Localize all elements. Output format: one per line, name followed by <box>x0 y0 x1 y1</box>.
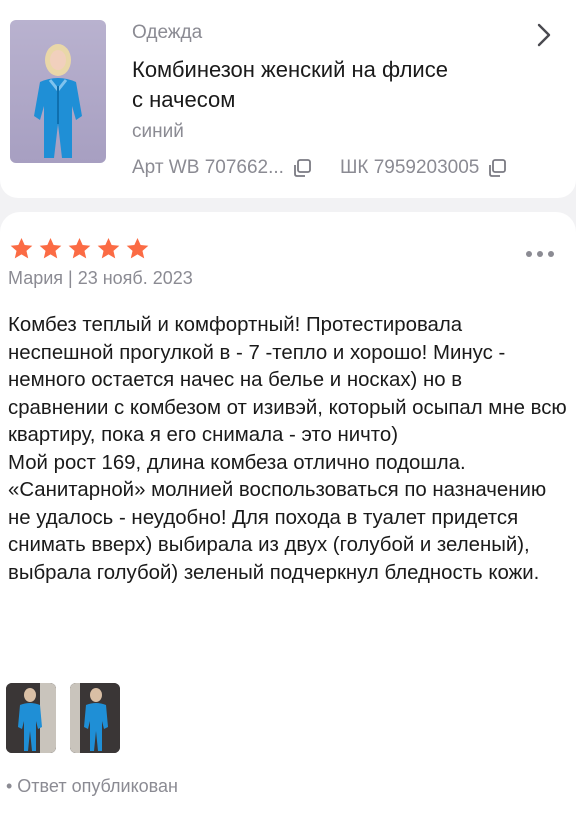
copy-icon[interactable] <box>292 158 312 178</box>
rating-stars <box>8 236 151 262</box>
review-paragraph: Комбез теплый и комфортный! Протестирова… <box>8 314 567 446</box>
star-icon <box>10 237 33 259</box>
product-codes: Арт WB 707662... ШК 7959203005 <box>132 157 507 179</box>
copy-icon[interactable] <box>487 158 507 178</box>
chevron-right-icon[interactable] <box>532 22 556 48</box>
product-title-line-2: с начесом <box>132 87 236 112</box>
review-photos <box>6 683 120 753</box>
product-title[interactable]: Комбинезон женский на флисе с начесом <box>132 55 522 115</box>
barcode-number: ШК 7959203005 <box>339 157 480 178</box>
review-photo[interactable] <box>70 683 120 753</box>
review-text: Комбез теплый и комфортный! Протестирова… <box>8 312 568 587</box>
answer-status: • Ответ опубликован <box>6 776 178 796</box>
product-title-line-1: Комбинезон женский на флисе <box>132 57 448 82</box>
star-icon <box>97 237 120 259</box>
product-thumbnail[interactable] <box>10 20 106 163</box>
product-card[interactable]: Одежда Комбинезон женский на флисе с нач… <box>0 0 576 198</box>
article-number: Арт WB 707662... <box>132 157 284 178</box>
star-icon <box>39 237 62 259</box>
review-paragraph: Мой рост 169, длина комбеза отлично подо… <box>8 451 547 584</box>
more-options-icon[interactable] <box>525 250 555 258</box>
star-icon <box>126 237 149 259</box>
review-photo[interactable] <box>6 683 56 753</box>
product-color: синий <box>132 121 184 142</box>
star-icon <box>68 237 91 259</box>
review-author-date: Мария | 23 нояб. 2023 <box>8 268 193 288</box>
product-category: Одежда <box>132 22 203 43</box>
